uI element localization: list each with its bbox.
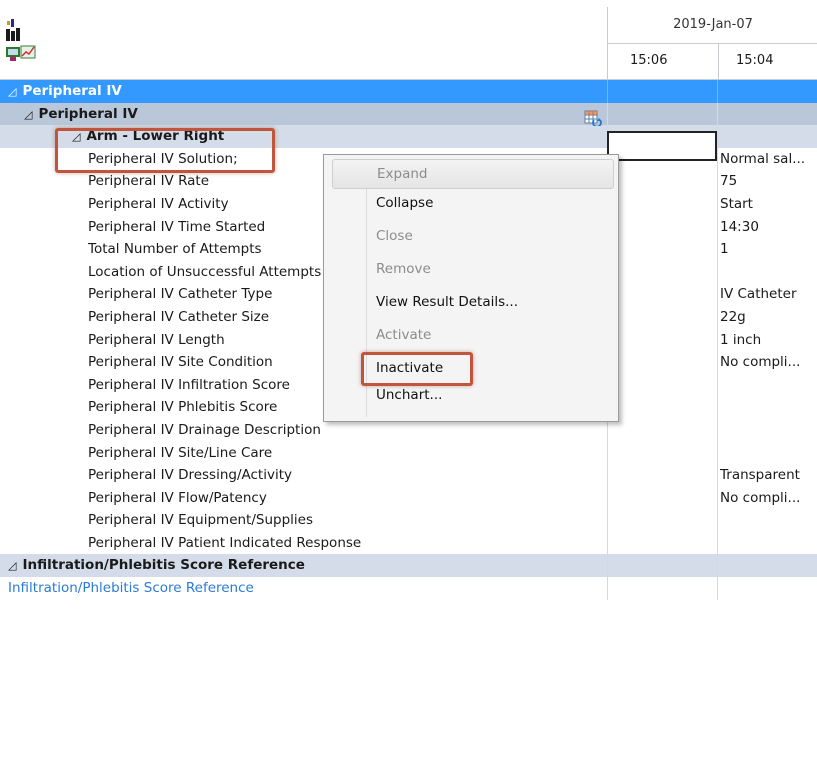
selected-cell[interactable]: [607, 131, 717, 161]
infiltration-reference-link-row[interactable]: Infiltration/Phlebitis Score Reference: [0, 577, 817, 600]
menu-item-close[interactable]: Close: [324, 222, 618, 252]
table-row[interactable]: Peripheral IV Drainage Description: [0, 418, 817, 442]
row-value[interactable]: No compli...: [717, 351, 817, 374]
row-value[interactable]: [717, 373, 817, 397]
row-value[interactable]: 1 inch: [717, 328, 817, 352]
subsection-label: Peripheral IV: [38, 105, 138, 122]
row-value[interactable]: IV Catheter: [717, 283, 817, 306]
collapse-triangle-icon[interactable]: ◿: [24, 108, 32, 121]
date-label: 2019-Jan-07: [673, 17, 753, 32]
row-value[interactable]: [717, 441, 817, 465]
section-label: Peripheral IV: [22, 83, 122, 99]
row-label: Peripheral IV Dressing/Activity: [88, 467, 293, 484]
time-column-1504[interactable]: 15:04: [736, 53, 773, 68]
time-divider: [718, 43, 719, 80]
menu-item-view-result-details[interactable]: View Result Details...: [324, 288, 618, 318]
grid-refresh-icon[interactable]: [584, 110, 602, 126]
row-label: Peripheral IV Drainage Description: [88, 421, 321, 438]
section-peripheral-iv[interactable]: ◿ Peripheral IV: [0, 80, 817, 103]
highlight-box-inactivate: [361, 352, 473, 386]
menu-item-collapse[interactable]: Collapse: [324, 189, 618, 219]
highlight-box-arm-lower-right: [55, 128, 275, 173]
row-label: Peripheral IV Site/Line Care: [88, 444, 273, 461]
collapse-triangle-icon[interactable]: ◿: [8, 85, 16, 98]
table-row[interactable]: Peripheral IV Flow/Patency No compli...: [0, 486, 817, 510]
menu-item-expand[interactable]: Expand: [332, 159, 614, 189]
row-label: Peripheral IV Flow/Patency: [88, 489, 267, 506]
row-value[interactable]: Transparent: [717, 464, 817, 487]
subsection-peripheral-iv[interactable]: ◿ Peripheral IV: [0, 102, 817, 126]
menu-item-activate[interactable]: Activate: [324, 321, 618, 351]
date-column-header: 2019-Jan-07 15:06 15:04: [607, 7, 817, 80]
top-strip: [0, 0, 817, 7]
row-value[interactable]: 1: [717, 238, 817, 261]
table-row[interactable]: Peripheral IV Dressing/Activity Transpare…: [0, 464, 817, 487]
menu-item-remove[interactable]: Remove: [324, 255, 618, 285]
table-row[interactable]: Peripheral IV Site/Line Care: [0, 441, 817, 465]
section-label: Infiltration/Phlebitis Score Reference: [22, 557, 305, 574]
time-column-1506[interactable]: 15:06: [630, 53, 667, 68]
row-value[interactable]: [717, 260, 817, 284]
section-infiltration-reference[interactable]: ◿ Infiltration/Phlebitis Score Reference: [0, 554, 817, 578]
row-value[interactable]: [717, 531, 817, 555]
collapse-triangle-icon[interactable]: ◿: [8, 559, 16, 572]
infiltration-reference-link[interactable]: Infiltration/Phlebitis Score Reference: [0, 577, 607, 600]
row-value[interactable]: Normal sal...: [717, 147, 817, 171]
row-value[interactable]: [717, 509, 817, 532]
header-divider: [608, 43, 817, 44]
table-row[interactable]: Peripheral IV Equipment/Supplies: [0, 509, 817, 532]
row-value[interactable]: 75: [717, 170, 817, 193]
row-value[interactable]: Start: [717, 192, 817, 216]
row-value[interactable]: [717, 396, 817, 419]
row-value[interactable]: 14:30: [717, 215, 817, 239]
row-value[interactable]: [717, 418, 817, 442]
row-value[interactable]: 22g: [717, 305, 817, 329]
header-left: [0, 7, 607, 80]
row-label: Peripheral IV Patient Indicated Response: [88, 534, 362, 551]
table-row[interactable]: Peripheral IV Patient Indicated Response: [0, 531, 817, 555]
row-label: Peripheral IV Equipment/Supplies: [88, 512, 314, 529]
row-value[interactable]: No compli...: [717, 486, 817, 510]
flowsheet-app-icon[interactable]: [4, 17, 44, 67]
